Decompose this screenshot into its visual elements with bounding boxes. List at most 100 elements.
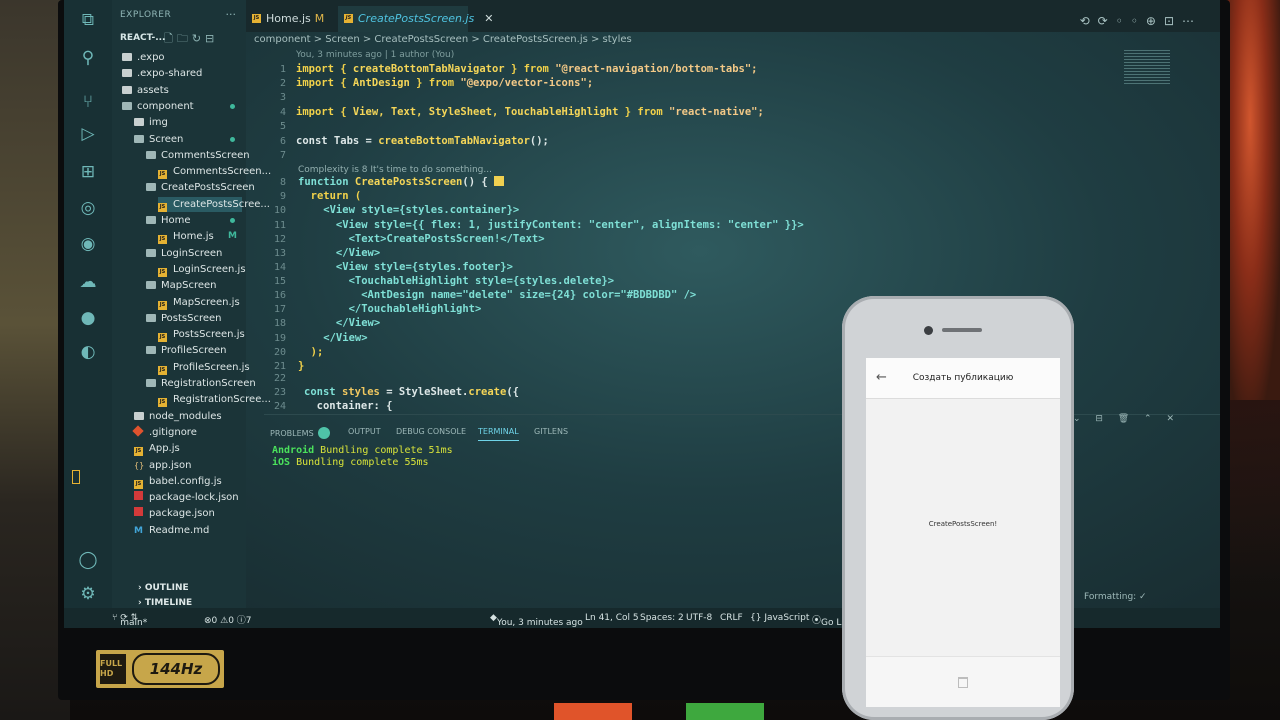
code-line-12[interactable]: <Text>CreatePostsScreen!</Text> — [298, 233, 545, 245]
tree-item[interactable]: .gitignore — [132, 425, 197, 440]
modified-mark: M — [228, 231, 237, 242]
breadcrumb[interactable]: component > Screen > CreatePostsScreen >… — [254, 34, 632, 45]
settings-gear-icon[interactable]: ⚙ — [78, 584, 98, 604]
branch-indicator[interactable]: ⑂ main* ⟳ ⇅ — [112, 613, 147, 628]
tree-item[interactable]: JS ProfileScreen.js — [158, 360, 250, 375]
search-icon[interactable]: ⚲ — [78, 48, 98, 68]
code-line-1[interactable]: import { createBottomTabNavigator } from… — [296, 63, 758, 75]
tree-item[interactable]: CreatePostsScreen — [146, 180, 255, 195]
tab-home-js[interactable]: JS Home.js M — [246, 6, 332, 32]
code-line-20[interactable]: ); — [298, 346, 324, 358]
tree-item[interactable]: PostsScreen — [146, 311, 222, 326]
tree-item[interactable]: package-lock.json — [134, 490, 239, 505]
tree-item[interactable]: LoginScreen — [146, 246, 222, 261]
tab-create-posts-screen[interactable]: JS CreatePostsScreen.js ✕ — [338, 6, 494, 32]
close-tab-icon[interactable]: ✕ — [484, 12, 493, 25]
github-icon[interactable]: ● — [78, 308, 98, 328]
code-line-16[interactable]: <AntDesign name="delete" size={24} color… — [298, 289, 696, 301]
timeline-section[interactable]: › TIMELINE — [138, 598, 192, 608]
code-line-21[interactable]: } — [298, 360, 304, 372]
source-control-icon[interactable]: ⑂ — [78, 92, 98, 112]
tree-item[interactable]: JS CreatePostsScree... — [158, 196, 270, 212]
tree-item[interactable]: JS RegistrationScree... — [158, 392, 271, 408]
tree-item-label: package.json — [149, 508, 215, 520]
tree-item[interactable]: JS LoginScreen.js — [158, 262, 246, 277]
trash-icon[interactable] — [958, 677, 968, 688]
eol[interactable]: CRLF — [720, 613, 743, 623]
code-line-14[interactable]: <View style={styles.footer}> — [298, 261, 513, 273]
blame-status[interactable]: ◆ You, 3 minutes ago — [490, 613, 583, 628]
editor-actions[interactable]: ⟲⟳◦◦⊕⊡⋯ — [1080, 14, 1202, 28]
tree-item[interactable]: Screen — [134, 132, 235, 147]
tab-terminal[interactable]: TERMINAL — [478, 427, 519, 441]
tree-item[interactable]: JS PostsScreen.js — [158, 327, 245, 343]
tree-item[interactable]: M Readme.md — [134, 523, 209, 538]
outline-section[interactable]: › OUTLINE — [138, 583, 189, 593]
run-debug-icon[interactable]: ▷ — [78, 124, 98, 144]
line-number: 20 — [273, 347, 286, 358]
npm-file-icon — [134, 491, 143, 501]
code-line-17[interactable]: </TouchableHighlight> — [298, 303, 482, 315]
tree-item[interactable]: package.json — [134, 506, 215, 521]
gitlens-icon[interactable]: ◎ — [78, 198, 98, 218]
project-name[interactable]: REACT-... — [120, 33, 165, 43]
folder-icon — [146, 346, 156, 355]
code-line-2[interactable]: import { AntDesign } from "@expo/vector-… — [296, 77, 593, 89]
tree-item[interactable]: JS MapScreen.js — [158, 295, 240, 310]
tree-item[interactable]: JS App.js — [134, 441, 180, 457]
line-number: 15 — [273, 276, 286, 287]
code-line-8[interactable]: function CreatePostsScreen() { — [298, 176, 504, 188]
tree-item[interactable]: RegistrationScreen — [146, 376, 256, 391]
encoding[interactable]: UTF-8 — [686, 613, 712, 623]
tree-item[interactable]: assets — [122, 83, 169, 98]
tree-item[interactable]: JS Home.js M — [158, 229, 237, 245]
tree-item[interactable]: CommentsScreen — [146, 148, 250, 163]
code-line-13[interactable]: </View> — [298, 247, 380, 259]
code-line-18[interactable]: </View> — [298, 317, 380, 329]
explorer-toolbar[interactable]: 🗋🗀↻⊟ — [164, 30, 218, 49]
tab-problems[interactable]: PROBLEMS — [270, 427, 330, 439]
cursor-position[interactable]: Ln 41, Col 5 — [585, 613, 639, 623]
code-line-10[interactable]: <View style={styles.container}> — [298, 204, 519, 216]
codelens-blame[interactable]: You, 3 minutes ago | 1 author (You) — [296, 50, 454, 60]
tree-item[interactable]: .expo — [122, 50, 165, 65]
tree-item[interactable]: Home — [146, 213, 235, 228]
code-line-15[interactable]: <TouchableHighlight style={styles.delete… — [298, 275, 615, 287]
language-mode[interactable]: {} JavaScript — [750, 613, 809, 623]
indentation[interactable]: Spaces: 2 — [640, 613, 684, 623]
tree-item[interactable]: img — [134, 115, 168, 130]
line-number: 8 — [279, 177, 286, 188]
account-icon[interactable]: ◯ — [78, 550, 98, 570]
tree-item[interactable]: JS CommentsScreen... — [158, 164, 271, 180]
tree-item[interactable]: {} app.json — [134, 458, 191, 473]
edge-icon[interactable]: ◐ — [78, 342, 98, 362]
tree-item[interactable]: node_modules — [134, 409, 222, 424]
code-line-6[interactable]: const Tabs = createBottomTabNavigator(); — [296, 135, 549, 147]
remote-icon[interactable]: ◉ — [78, 234, 98, 254]
tree-item[interactable]: component — [122, 99, 235, 114]
tree-item[interactable]: JS babel.config.js — [134, 474, 222, 489]
formatting-status[interactable]: Formatting: ✓ — [1084, 592, 1147, 602]
monitor-badge: FULL HD 144Hz — [96, 650, 224, 688]
minimap[interactable] — [1124, 50, 1170, 86]
tree-item[interactable]: .expo-shared — [122, 66, 202, 81]
code-line-24[interactable]: container: { — [304, 400, 393, 412]
tab-output[interactable]: OUTPUT — [348, 427, 381, 436]
more-actions-icon[interactable]: ··· — [226, 8, 237, 21]
code-line-11[interactable]: <View style={{ flex: 1, justifyContent: … — [298, 219, 804, 231]
lightbulb-icon[interactable] — [493, 176, 504, 186]
code-line-4[interactable]: import { View, Text, StyleSheet, Touchab… — [296, 106, 764, 118]
tab-gitlens[interactable]: GITLENS — [534, 427, 568, 436]
explorer-icon[interactable]: ⧉ — [78, 10, 98, 30]
code-line-23[interactable]: const styles = StyleSheet.create({ — [304, 386, 519, 398]
go-live[interactable]: ⦿ Go Liv — [812, 613, 849, 628]
problems-indicator[interactable]: ⊗0 ⚠0 ⓘ7 — [204, 613, 252, 626]
code-line-9[interactable]: return ( — [298, 190, 362, 202]
tab-debug-console[interactable]: DEBUG CONSOLE — [396, 427, 466, 436]
docker-icon[interactable]: ☁ — [78, 272, 98, 292]
code-line-19[interactable]: </View> — [298, 332, 367, 344]
tree-item[interactable]: ProfileScreen — [146, 343, 226, 358]
extensions-icon[interactable]: ⊞ — [78, 162, 98, 182]
tree-item[interactable]: MapScreen — [146, 278, 216, 293]
complexity-hint[interactable]: Complexity is 8 It's time to do somethin… — [298, 165, 492, 175]
